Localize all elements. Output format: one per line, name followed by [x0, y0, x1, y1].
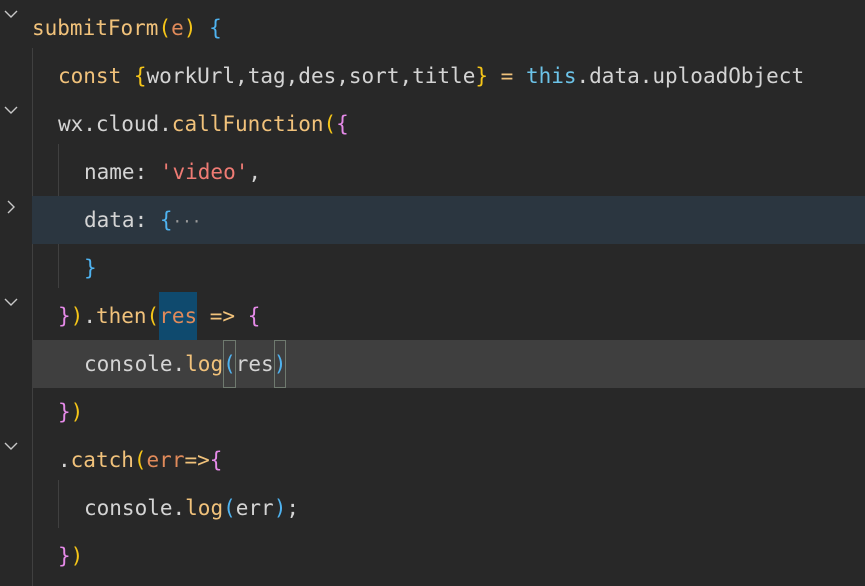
property-key: data: — [84, 208, 160, 232]
code-line-3[interactable]: wx.cloud.callFunction({ — [32, 100, 865, 148]
brace: } — [475, 64, 488, 88]
function-name: catch — [70, 448, 134, 472]
code-line-10[interactable]: .catch(err=>{ — [32, 436, 865, 484]
variable: tag — [247, 64, 286, 88]
brace: } — [58, 400, 71, 424]
dot: . — [83, 304, 96, 328]
comma: , — [248, 160, 262, 184]
param-name-highlighted: res — [159, 292, 198, 340]
keyword-const: const — [58, 64, 122, 88]
paren: ) — [183, 16, 197, 40]
arrow-operator: => — [184, 448, 210, 472]
chevron-down-icon[interactable] — [3, 102, 19, 118]
chevron-down-icon[interactable] — [3, 6, 19, 22]
brace: { — [133, 64, 147, 88]
variable: workUrl — [146, 64, 236, 88]
chevron-right-icon[interactable] — [3, 199, 19, 215]
brace: { — [159, 208, 173, 232]
code-line-12[interactable]: }) — [32, 532, 865, 580]
code-line-11[interactable]: console.log(err); — [32, 484, 865, 532]
function-name: log — [185, 352, 224, 376]
bracket-match: ( — [223, 340, 236, 388]
brace: { — [209, 16, 222, 40]
code-line-5[interactable]: data: {··· — [32, 196, 865, 244]
paren: ( — [133, 448, 147, 472]
brace: } — [58, 304, 71, 328]
function-name: then — [95, 304, 147, 328]
comma: , — [235, 64, 248, 88]
param-name: err — [146, 448, 185, 472]
code-editor[interactable]: submitForm(e) { const {workUrl,tag,des,s… — [0, 0, 865, 586]
paren: ( — [158, 16, 172, 40]
code-line-6[interactable]: } — [32, 244, 865, 292]
argument: err — [235, 496, 274, 520]
variable: title — [412, 64, 476, 88]
editor-gutter — [0, 0, 32, 586]
paren: ) — [70, 304, 84, 328]
folded-ellipsis[interactable]: ··· — [173, 212, 202, 231]
function-name: log — [185, 496, 224, 520]
object-path: wx.cloud. — [58, 112, 172, 136]
object-path: console. — [84, 352, 186, 376]
semicolon: ; — [286, 496, 299, 520]
code-line-1[interactable]: submitForm(e) { — [32, 4, 865, 52]
function-name: callFunction — [171, 112, 324, 136]
variable: des — [298, 64, 337, 88]
comma: , — [399, 64, 413, 88]
string-literal: 'video' — [159, 160, 249, 184]
dot: . — [58, 448, 71, 472]
code-line-2[interactable]: const {workUrl,tag,des,sort,title} = thi… — [32, 52, 865, 100]
code-line-4[interactable]: name: 'video', — [32, 148, 865, 196]
keyword-this: this — [525, 64, 577, 88]
paren: ( — [323, 112, 337, 136]
code-line-8[interactable]: console.log(res) — [32, 340, 865, 388]
brace: { — [209, 448, 223, 472]
object-path: console. — [84, 496, 186, 520]
argument: res — [235, 352, 274, 376]
chevron-down-icon[interactable] — [3, 294, 19, 310]
arrow-operator: => — [197, 304, 248, 328]
brace: { — [247, 304, 261, 328]
chevron-down-icon[interactable] — [3, 438, 19, 454]
brace: } — [84, 256, 97, 280]
param-name: e — [171, 16, 184, 40]
function-name: submitForm — [32, 16, 159, 40]
paren: ) — [273, 496, 287, 520]
paren: ) — [70, 400, 84, 424]
paren: ) — [70, 544, 84, 568]
brace: { — [336, 112, 349, 136]
variable: sort — [348, 64, 400, 88]
paren: ( — [146, 304, 160, 328]
property-key: name: — [84, 160, 160, 184]
paren: ( — [223, 496, 236, 520]
code-line-7[interactable]: }).then(res => { — [32, 292, 865, 340]
bracket-match: ) — [273, 340, 287, 388]
comma: , — [285, 64, 299, 88]
comma: , — [336, 64, 349, 88]
operator: = — [488, 64, 526, 88]
member-access: .data.uploadObject — [576, 64, 805, 88]
brace: } — [58, 544, 71, 568]
code-line-9[interactable]: }) — [32, 388, 865, 436]
